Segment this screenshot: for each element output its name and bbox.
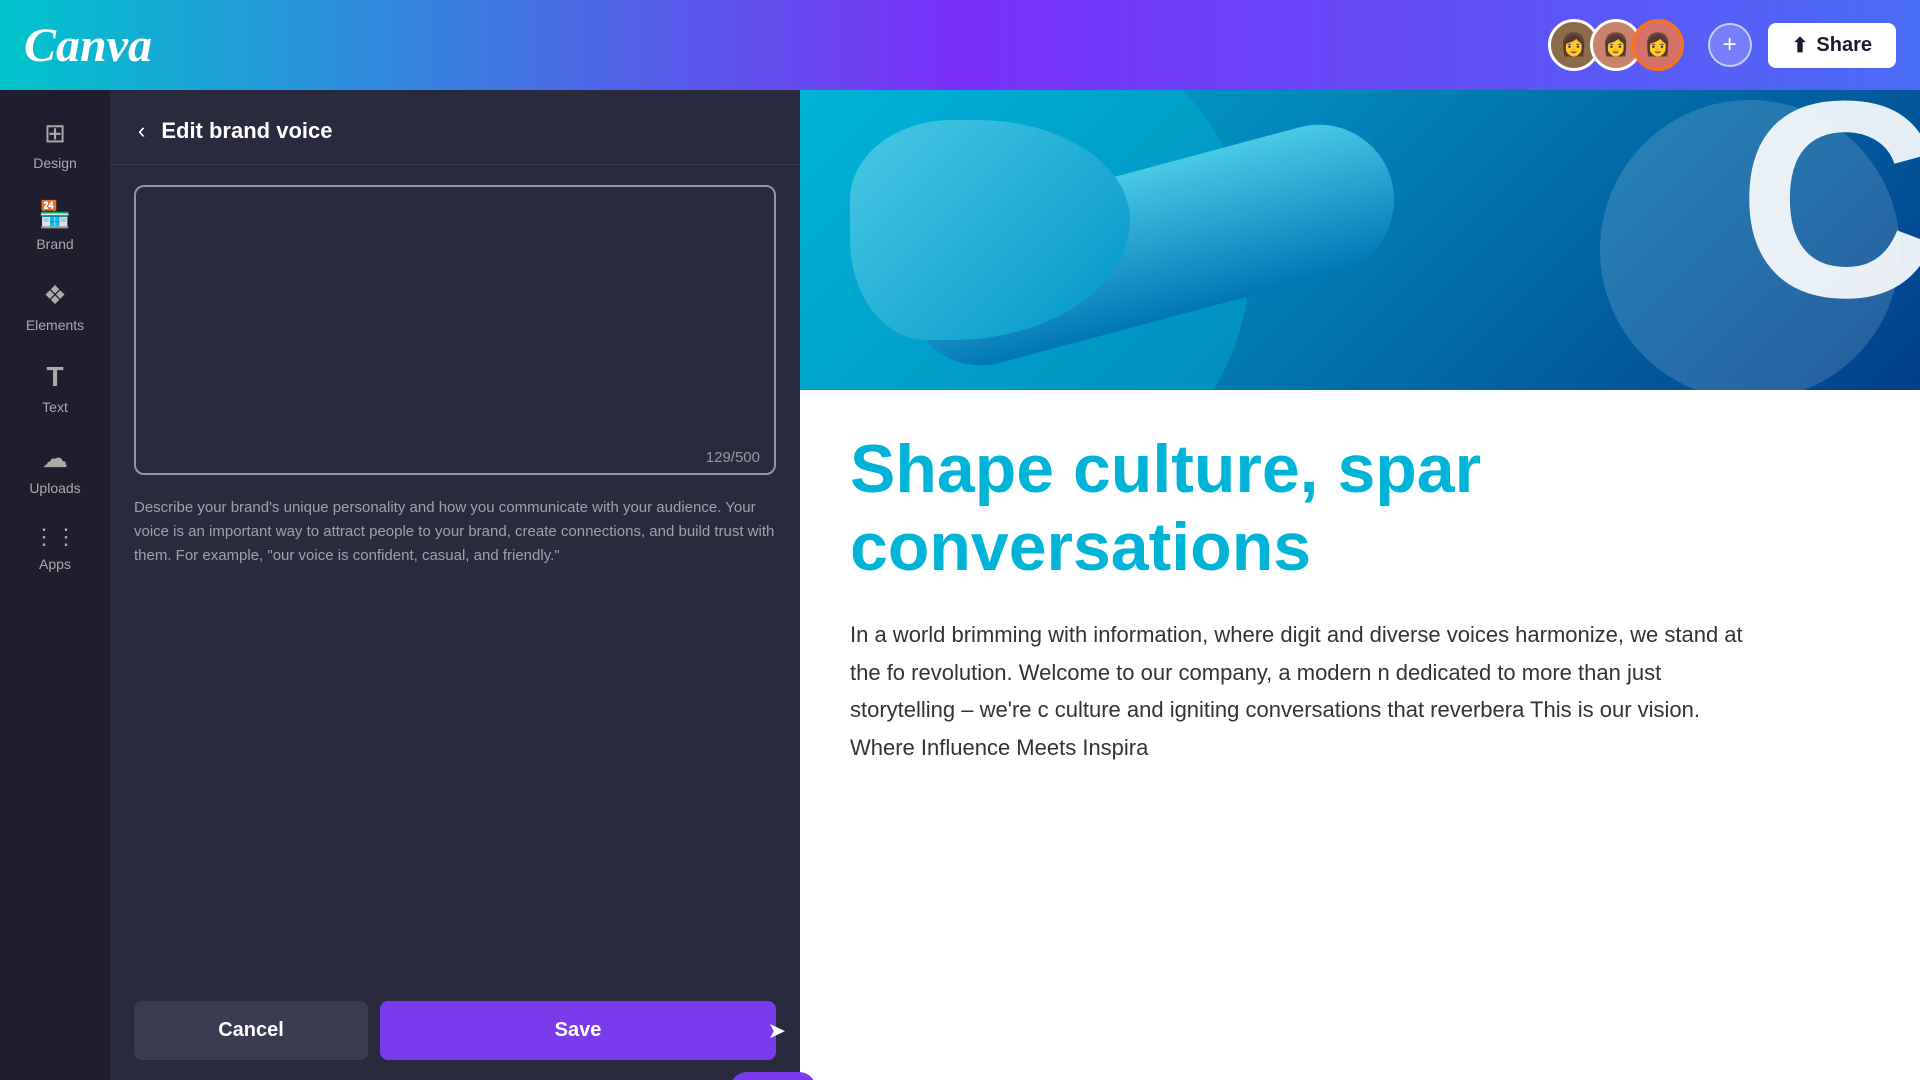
save-button-wrapper: Save ➤ Amara — [380, 1001, 776, 1060]
char-count: 129/500 — [706, 449, 760, 466]
sidebar-label-uploads: Uploads — [29, 480, 80, 496]
description-text: Describe your brand's unique personality… — [110, 496, 800, 568]
share-label: Share — [1816, 34, 1872, 57]
sidebar-item-design[interactable]: ⊞ Design — [0, 106, 110, 183]
sidebar-item-uploads[interactable]: ☁ Uploads — [0, 431, 110, 508]
canvas-header-image: C — [800, 90, 1920, 390]
design-icon: ⊞ — [44, 118, 66, 149]
panel-header: ‹ Edit brand voice — [110, 90, 800, 165]
sidebar-item-apps[interactable]: ⋮⋮ Apps — [0, 512, 110, 584]
canvas-body: Shape culture, spar conversations In a w… — [800, 390, 1920, 1080]
elements-icon: ❖ — [43, 280, 66, 311]
sidebar-item-text[interactable]: T Text — [0, 349, 110, 427]
back-button[interactable]: ‹ — [134, 114, 149, 148]
canva-logo: Canva — [24, 18, 152, 73]
save-button[interactable]: Save — [380, 1001, 776, 1060]
body-text: In a world brimming with information, wh… — [850, 616, 1750, 766]
main-headline: Shape culture, spar conversations — [850, 430, 1870, 586]
brand-voice-container: 129/500 — [134, 185, 776, 480]
canvas-content: C Shape culture, spar conversations In a… — [800, 90, 1920, 1080]
sidebar-item-elements[interactable]: ❖ Elements — [0, 268, 110, 345]
collaborator-avatars: 👩 👩 👩 — [1548, 19, 1684, 71]
brand-icon: 🏪 — [39, 199, 71, 230]
share-button[interactable]: ⬆ Share — [1768, 23, 1896, 68]
apps-icon: ⋮⋮ — [33, 524, 77, 550]
uploads-icon: ☁ — [42, 443, 68, 474]
text-icon: T — [46, 361, 63, 393]
tooltip-amara: Amara — [730, 1072, 816, 1080]
sidebar-label-brand: Brand — [36, 236, 73, 252]
header-right: 👩 👩 👩 + ⬆ Share — [1548, 19, 1896, 71]
main-content: ⊞ Design 🏪 Brand ❖ Elements T Text ☁ Upl… — [0, 90, 1920, 1080]
cancel-button[interactable]: Cancel — [134, 1001, 368, 1060]
cursor-icon: ➤ — [768, 1018, 786, 1044]
app-header: Canva 👩 👩 👩 + ⬆ Share — [0, 0, 1920, 90]
panel-title: Edit brand voice — [161, 118, 332, 144]
sidebar-item-brand[interactable]: 🏪 Brand — [0, 187, 110, 264]
sidebar-label-elements: Elements — [26, 317, 84, 333]
sidebar-label-apps: Apps — [39, 556, 71, 572]
edit-panel: ‹ Edit brand voice 129/500 Describe your… — [110, 90, 800, 1080]
share-icon: ⬆ — [1792, 33, 1809, 58]
big-letter-c: C — [1738, 90, 1920, 340]
canvas-area: C Shape culture, spar conversations In a… — [800, 90, 1920, 1080]
avatar-3: 👩 — [1632, 19, 1684, 71]
sidebar-label-text: Text — [42, 399, 68, 415]
sidebar: ⊞ Design 🏪 Brand ❖ Elements T Text ☁ Upl… — [0, 90, 110, 1080]
brand-voice-textarea[interactable] — [134, 185, 776, 475]
panel-footer: Cancel Save ➤ Amara — [110, 981, 800, 1080]
add-collaborator-button[interactable]: + — [1708, 23, 1752, 67]
sidebar-label-design: Design — [33, 155, 77, 171]
